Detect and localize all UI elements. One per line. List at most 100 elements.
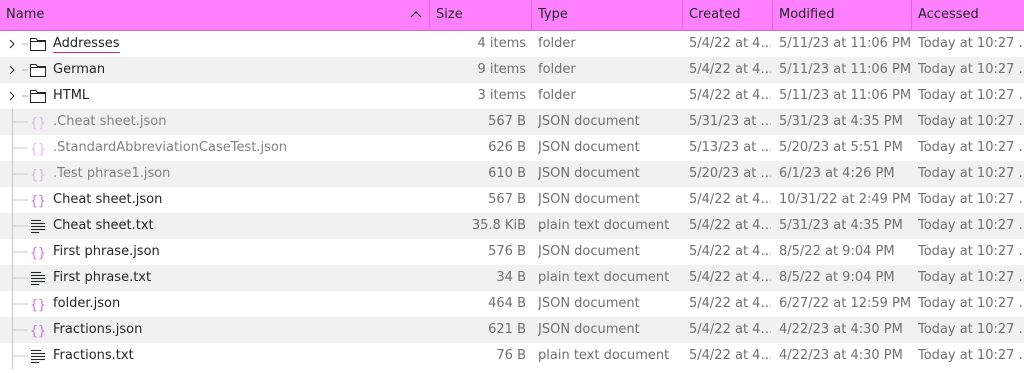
folder-icon — [29, 62, 47, 78]
file-name-label: First phrase.txt — [53, 270, 152, 285]
file-modified: 10/31/22 at 2:49 PM — [779, 192, 911, 207]
file-type: JSON document — [538, 296, 640, 311]
svg-text:{}: {} — [30, 116, 46, 130]
column-header-name[interactable]: Name — [0, 0, 430, 30]
file-modified: 5/31/23 at 4:35 PM — [779, 218, 903, 233]
file-row[interactable]: First phrase.txt 34 B plain text document 5… — [0, 265, 1024, 291]
file-type: plain text document — [538, 218, 670, 233]
file-name[interactable]: Cheat sheet.txt — [53, 213, 423, 239]
svg-text:{}: {} — [30, 298, 46, 312]
column-header-accessed-label: Accessed — [918, 7, 979, 22]
file-size: 610 B — [488, 166, 526, 181]
column-header-modified-label: Modified — [779, 7, 835, 22]
file-name[interactable]: .Cheat sheet.json — [53, 109, 423, 135]
json-icon: {} — [29, 140, 47, 157]
file-row[interactable]: HTML 3 items folder 5/4/22 at 4… 5/11/23 at … — [0, 83, 1024, 109]
file-created: 5/20/23 at … — [689, 166, 771, 181]
tree-branch-line — [12, 265, 28, 291]
file-row[interactable]: Addresses 4 items folder 5/4/22 at 4… 5/11/2… — [0, 31, 1024, 57]
column-header-size[interactable]: Size — [430, 0, 532, 30]
file-row[interactable]: Fractions.txt 76 B plain text document 5/4/… — [0, 343, 1024, 369]
file-modified: 5/11/23 at 11:06 PM — [779, 62, 911, 77]
file-row[interactable]: {} First phrase.json 576 B JSON document 5/4… — [0, 239, 1024, 265]
json-icon: {} — [29, 322, 47, 339]
column-header-created-label: Created — [689, 7, 741, 22]
tree-branch-line — [12, 187, 28, 213]
file-name[interactable]: German — [53, 57, 423, 83]
column-header-bar: Name Size Type Created Modified Accessed — [0, 0, 1024, 31]
column-header-modified[interactable]: Modified — [773, 0, 912, 30]
file-name-label: Cheat sheet.txt — [53, 218, 154, 233]
file-type: plain text document — [538, 348, 670, 363]
json-icon: {} — [29, 114, 47, 131]
file-accessed: Today at 10:27 … — [918, 218, 1024, 233]
file-size: 3 items — [477, 88, 526, 103]
file-name[interactable]: Fractions.txt — [53, 343, 423, 369]
file-type: JSON document — [538, 140, 640, 155]
column-header-created[interactable]: Created — [683, 0, 773, 30]
file-row[interactable]: {} Cheat sheet.json 567 B JSON document 5/4/… — [0, 187, 1024, 213]
tree-branch-line — [12, 239, 28, 265]
file-created: 5/4/22 at 4… — [689, 244, 771, 259]
column-header-size-label: Size — [436, 7, 463, 22]
file-created: 5/4/22 at 4… — [689, 62, 771, 77]
sort-ascending-icon — [410, 11, 422, 18]
file-row[interactable]: German 9 items folder 5/4/22 at 4… 5/11/23 a… — [0, 57, 1024, 83]
file-created: 5/4/22 at 4… — [689, 192, 771, 207]
file-size: 4 items — [477, 36, 526, 51]
tree-branch-line — [12, 317, 28, 343]
tree-branch-line — [12, 161, 28, 187]
file-name-label: Cheat sheet.json — [53, 192, 163, 207]
file-created: 5/4/22 at 4… — [689, 322, 771, 337]
file-name-label: Fractions.txt — [53, 348, 134, 363]
file-accessed: Today at 10:27 … — [918, 114, 1024, 129]
file-type: folder — [538, 88, 576, 103]
file-name[interactable]: First phrase.json — [53, 239, 423, 265]
file-row[interactable]: {} .Cheat sheet.json 567 B JSON document 5/3… — [0, 109, 1024, 135]
svg-text:{}: {} — [30, 324, 46, 338]
folder-icon — [29, 36, 47, 52]
file-name[interactable]: .StandardAbbreviationCaseTest.json — [53, 135, 423, 161]
column-header-accessed[interactable]: Accessed — [912, 0, 1024, 30]
file-row[interactable]: {} folder.json 464 B JSON document 5/4/22 at… — [0, 291, 1024, 317]
file-name[interactable]: HTML — [53, 83, 423, 109]
file-modified: 4/22/23 at 4:30 PM — [779, 322, 903, 337]
file-created: 5/4/22 at 4… — [689, 36, 771, 51]
tree-branch-line — [22, 43, 28, 45]
file-name-label: .StandardAbbreviationCaseTest.json — [53, 140, 288, 155]
file-name[interactable]: First phrase.txt — [53, 265, 423, 291]
tree-branch-line — [12, 213, 28, 239]
text-file-icon — [29, 218, 47, 234]
file-size: 35.8 KiB — [471, 218, 526, 233]
text-file-icon — [29, 348, 47, 364]
file-name[interactable]: folder.json — [53, 291, 423, 317]
file-type: JSON document — [538, 192, 640, 207]
file-accessed: Today at 10:27 … — [918, 244, 1024, 259]
file-list-view: Name Size Type Created Modified Accessed… — [0, 0, 1024, 369]
file-name[interactable]: Addresses — [53, 31, 423, 57]
file-type: JSON document — [538, 166, 640, 181]
tree-branch-line — [22, 95, 28, 97]
file-accessed: Today at 10:27 … — [918, 166, 1024, 181]
column-header-type[interactable]: Type — [532, 0, 683, 30]
file-row[interactable]: Cheat sheet.txt 35.8 KiB plain text docume… — [0, 213, 1024, 239]
file-created: 5/31/23 at … — [689, 114, 771, 129]
tree-branch-line — [12, 343, 28, 369]
file-row[interactable]: {} Fractions.json 621 B JSON document 5/4/22… — [0, 317, 1024, 343]
file-modified: 8/5/22 at 9:04 PM — [779, 244, 895, 259]
file-type: folder — [538, 36, 576, 51]
file-modified: 5/11/23 at 11:06 PM — [779, 88, 911, 103]
file-name[interactable]: Fractions.json — [53, 317, 423, 343]
file-name[interactable]: .Test phrase1.json — [53, 161, 423, 187]
file-modified: 6/27/22 at 12:59 PM — [779, 296, 911, 311]
tree-branch-line — [12, 135, 28, 161]
file-row[interactable]: {} .Test phrase1.json 610 B JSON document 5/… — [0, 161, 1024, 187]
file-created: 5/4/22 at 4… — [689, 88, 771, 103]
file-created: 5/4/22 at 4… — [689, 296, 771, 311]
tree-branch-line — [22, 69, 28, 71]
file-size: 567 B — [488, 192, 526, 207]
file-name[interactable]: Cheat sheet.json — [53, 187, 423, 213]
file-modified: 6/1/23 at 4:26 PM — [779, 166, 895, 181]
file-name-label: First phrase.json — [53, 244, 160, 259]
file-row[interactable]: {} .StandardAbbreviationCaseTest.json 626 … — [0, 135, 1024, 161]
